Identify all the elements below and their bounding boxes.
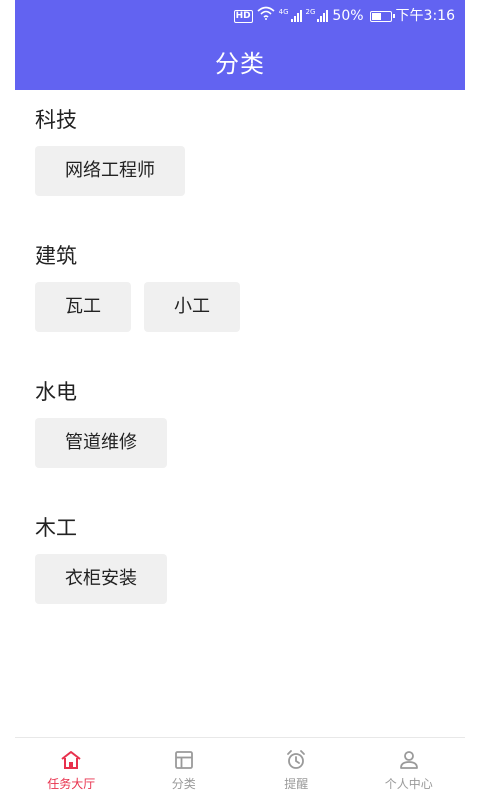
wifi-icon <box>257 6 275 26</box>
tab-task-hall[interactable]: 任务大厅 <box>15 738 128 800</box>
category-tag[interactable]: 网络工程师 <box>35 146 185 196</box>
battery-percent: 50% <box>332 8 364 24</box>
tab-profile[interactable]: 个人中心 <box>353 738 466 800</box>
category-tags: 瓦工 小工 <box>35 282 465 332</box>
tab-label: 任务大厅 <box>47 776 96 791</box>
grid-icon <box>173 749 195 771</box>
page-title: 分类 <box>215 50 265 78</box>
battery-icon <box>369 10 395 22</box>
tab-label: 分类 <box>171 776 196 791</box>
app-header: 分类 <box>15 33 465 90</box>
category-tag[interactable]: 衣柜安装 <box>35 554 167 604</box>
network-2g-label: 2G <box>305 8 316 16</box>
category-section-tech: 科技 网络工程师 <box>35 106 465 196</box>
category-title: 水电 <box>35 380 77 404</box>
category-tags: 网络工程师 <box>35 146 465 196</box>
category-tags: 管道维修 <box>35 418 465 468</box>
hd-badge: HD <box>233 9 253 23</box>
category-tag[interactable]: 管道维修 <box>35 418 167 468</box>
tab-label: 个人中心 <box>384 776 433 791</box>
category-title: 建筑 <box>35 244 77 268</box>
alarm-clock-icon <box>285 749 307 771</box>
category-title: 科技 <box>35 108 77 132</box>
category-tag[interactable]: 小工 <box>144 282 240 332</box>
category-tags: 衣柜安装 <box>35 554 465 604</box>
signal-strength-icon <box>290 10 302 22</box>
category-title: 木工 <box>35 516 77 540</box>
user-icon <box>398 749 420 771</box>
category-section-carpentry: 木工 衣柜安装 <box>35 514 465 604</box>
battery-level <box>371 12 381 20</box>
category-section-construction: 建筑 瓦工 小工 <box>35 242 465 332</box>
category-section-plumbing-electric: 水电 管道维修 <box>35 378 465 468</box>
status-indicators: HD 4G 2G 50% 下午3:16 <box>233 6 455 26</box>
home-icon <box>60 749 82 771</box>
bottom-tab-bar: 任务大厅 分类 提醒 个人中心 <box>15 737 465 800</box>
status-bar: HD 4G 2G 50% 下午3:16 <box>15 0 465 33</box>
signal-strength-icon <box>317 10 329 22</box>
clock: 下午3:16 <box>395 8 455 24</box>
category-list: 科技 网络工程师 建筑 瓦工 小工 水电 管道维修 木工 衣柜安装 <box>15 90 465 738</box>
network-4g-label: 4G <box>278 8 289 16</box>
category-tag[interactable]: 瓦工 <box>35 282 131 332</box>
tab-reminder[interactable]: 提醒 <box>240 738 353 800</box>
tab-label: 提醒 <box>284 776 309 791</box>
tab-category[interactable]: 分类 <box>128 738 241 800</box>
